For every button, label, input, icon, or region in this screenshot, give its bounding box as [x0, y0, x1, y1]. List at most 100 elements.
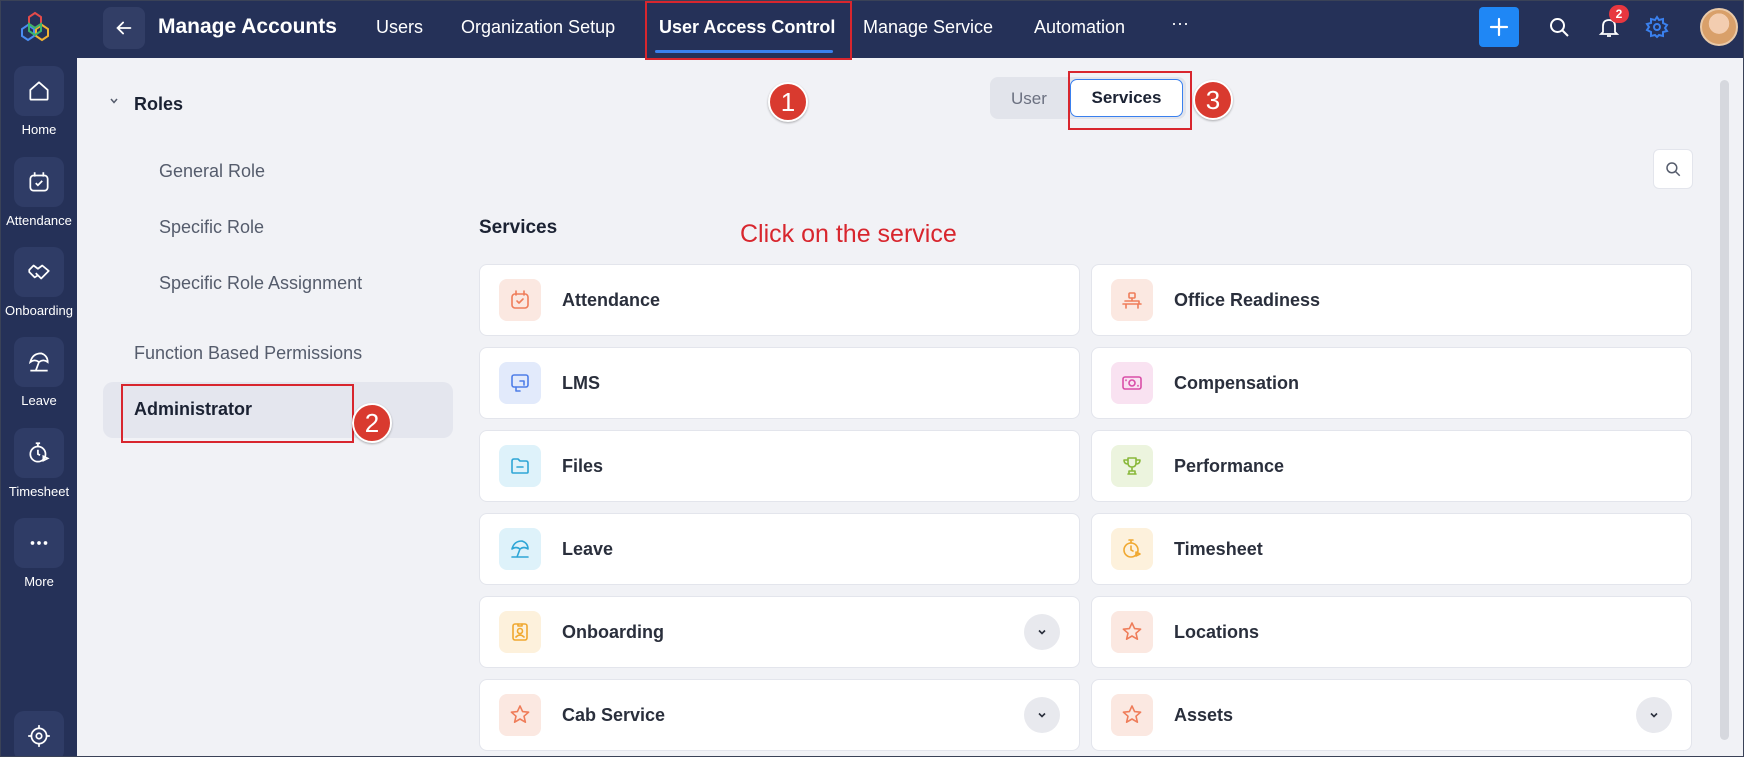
service-name: Performance [1174, 456, 1285, 476]
service-name: Assets [1174, 705, 1234, 725]
chevron-down-icon [1038, 629, 1046, 635]
rail-item-timesheet[interactable]: Timesheet [1, 428, 77, 499]
page-title: Manage Accounts [158, 15, 337, 38]
star-icon [1111, 694, 1153, 736]
search-icon [1550, 18, 1569, 37]
highlight-services-toggle [1068, 71, 1192, 130]
step-marker-3: 3 [1193, 80, 1233, 120]
menu-item-specific-role-assignment[interactable]: Specific Role Assignment [159, 273, 362, 294]
more-tabs-button[interactable]: ··· [1171, 13, 1189, 34]
trophy-icon [1111, 445, 1153, 487]
step-marker-2: 2 [352, 403, 392, 443]
rail-item-label: Home [21, 122, 57, 137]
handshake-icon [14, 247, 64, 297]
instruction-annotation: Click on the service [740, 220, 957, 248]
rail-item-attendance[interactable]: Attendance [1, 157, 77, 228]
rail-item-onboarding[interactable]: Onboarding [1, 247, 77, 318]
rail-item-leave[interactable]: Leave [1, 337, 77, 408]
scrollbar[interactable] [1720, 80, 1729, 740]
rail-item-more[interactable]: More [1, 518, 77, 589]
plus-icon [1489, 17, 1509, 37]
stopwatch-icon [1111, 528, 1153, 570]
money-note-icon [1111, 362, 1153, 404]
beach-umbrella-icon [14, 337, 64, 387]
add-button[interactable] [1479, 7, 1519, 47]
expand-button[interactable] [1024, 614, 1060, 650]
rail-item-label: Leave [21, 393, 57, 408]
star-icon [499, 694, 541, 736]
beach-umbrella-icon [499, 528, 541, 570]
service-name: Files [562, 456, 604, 476]
service-card-files[interactable]: Files [479, 430, 1080, 502]
arrow-left-icon [116, 21, 132, 35]
service-name: Compensation [1174, 373, 1300, 393]
notification-badge: 2 [1609, 5, 1629, 23]
tab-automation[interactable]: Automation [1034, 17, 1125, 38]
service-name: Office Readiness [1174, 290, 1321, 310]
rail-item-label: Attendance [6, 213, 72, 228]
expand-button[interactable] [1636, 697, 1672, 733]
chevron-down-icon [1038, 712, 1046, 718]
top-nav-bar: Manage Accounts Users Organization Setup… [77, 1, 1743, 58]
service-card-office-readiness[interactable]: Office Readiness [1091, 264, 1692, 336]
menu-item-function-based-permissions[interactable]: Function Based Permissions [134, 343, 362, 364]
service-card-cab-service[interactable]: Cab Service [479, 679, 1080, 751]
expand-button[interactable] [1024, 697, 1060, 733]
search-icon [1666, 162, 1681, 177]
rail-item-label: More [24, 574, 54, 589]
service-card-timesheet[interactable]: Timesheet [1091, 513, 1692, 585]
menu-item-general-role[interactable]: General Role [159, 161, 265, 182]
search-button[interactable] [1545, 13, 1573, 41]
service-name: Timesheet [1174, 539, 1263, 559]
app-frame: Home Attendance Onboarding Leave Timeshe… [0, 0, 1744, 757]
office-desk-icon [1111, 279, 1153, 321]
rail-item-label: Timesheet [8, 484, 70, 499]
app-rail: Home Attendance Onboarding Leave Timeshe… [1, 1, 77, 756]
service-name: Locations [1174, 622, 1260, 642]
toggle-user[interactable]: User [1011, 89, 1047, 109]
service-card-lms[interactable]: LMS [479, 347, 1080, 419]
service-card-compensation[interactable]: Compensation [1091, 347, 1692, 419]
roles-section-header[interactable]: Roles [134, 94, 183, 115]
rail-settings-button[interactable] [14, 711, 64, 756]
more-dots-icon [14, 518, 64, 568]
rail-item-home[interactable]: Home [1, 66, 77, 137]
service-name: LMS [562, 373, 600, 393]
service-card-assets[interactable]: Assets [1091, 679, 1692, 751]
service-card-locations[interactable]: Locations [1091, 596, 1692, 668]
service-card-onboarding[interactable]: Onboarding [479, 596, 1080, 668]
refresh-gear-icon [28, 725, 50, 747]
settings-button[interactable] [1643, 13, 1671, 41]
service-card-attendance[interactable]: Attendance [479, 264, 1080, 336]
service-name: Onboarding [562, 622, 664, 642]
menu-item-specific-role[interactable]: Specific Role [159, 217, 264, 238]
home-icon [14, 66, 64, 116]
tab-manage-service[interactable]: Manage Service [863, 17, 993, 38]
chevron-down-icon[interactable] [109, 96, 119, 106]
service-name: Cab Service [562, 705, 666, 725]
service-name: Leave [562, 539, 614, 559]
service-card-performance[interactable]: Performance [1091, 430, 1692, 502]
rail-item-label: Onboarding [5, 303, 73, 318]
highlight-user-access-control [645, 1, 852, 60]
step-marker-1: 1 [768, 82, 808, 122]
chevron-down-icon [1650, 712, 1658, 718]
gear-icon [1645, 15, 1669, 39]
tab-organization-setup[interactable]: Organization Setup [461, 17, 615, 38]
service-card-leave[interactable]: Leave [479, 513, 1080, 585]
star-icon [1111, 611, 1153, 653]
stopwatch-icon [14, 428, 64, 478]
id-badge-icon [499, 611, 541, 653]
services-search-button[interactable] [1653, 149, 1693, 189]
folder-icon [499, 445, 541, 487]
back-button[interactable] [103, 7, 145, 49]
user-avatar[interactable] [1700, 8, 1738, 46]
calendar-check-icon [14, 157, 64, 207]
services-heading: Services [479, 217, 558, 238]
calendar-check-icon [499, 279, 541, 321]
tab-users[interactable]: Users [376, 17, 423, 38]
learning-board-icon [499, 362, 541, 404]
app-logo-icon[interactable] [19, 11, 51, 43]
highlight-administrator [121, 384, 354, 443]
service-name: Attendance [562, 290, 661, 310]
